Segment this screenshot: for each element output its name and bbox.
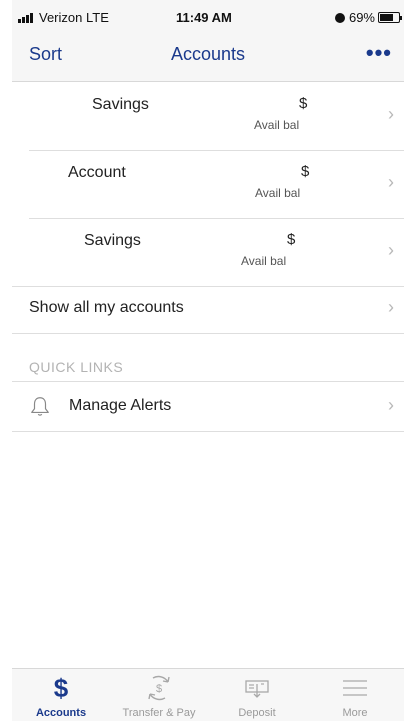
signal-icon [18,12,34,23]
svg-text:$: $ [156,683,162,695]
tab-accounts[interactable]: $ Accounts [12,669,110,721]
account-row-account[interactable]: Account $ Avail bal › [12,151,404,219]
sort-button[interactable]: Sort [29,44,62,65]
carrier-name: Verizon [39,10,83,25]
chevron-right-icon: › [388,395,394,415]
network-type: LTE [86,10,109,25]
tab-transfer-pay[interactable]: $ Transfer & Pay [110,669,208,721]
tab-bar: $ Accounts $ Transfer & Pay Deposit More [12,668,404,721]
divider [12,431,404,432]
account-name: Account [68,164,126,181]
chevron-right-icon: › [388,240,394,260]
navigation-bar: Sort Accounts ••• [12,40,404,70]
account-balance: $ [287,231,296,248]
manage-alerts-label: Manage Alerts [69,397,172,414]
account-balance: $ [301,163,310,180]
tab-more[interactable]: More [306,669,404,721]
divider [12,333,404,334]
tab-label: Accounts [35,707,87,719]
tab-label: Deposit [238,707,276,719]
available-balance-label: Avail bal [241,254,287,268]
page-title: Accounts [170,44,246,64]
quick-links-header: QUICK LINKS [29,359,124,375]
battery-icon [378,12,402,23]
show-all-accounts-row[interactable]: Show all my accounts › [12,284,404,334]
tab-label: Transfer & Pay [122,707,196,719]
account-name: Savings [92,96,149,113]
dollar-icon: $ [53,673,69,703]
more-options-button[interactable]: ••• [366,40,392,66]
chevron-right-icon: › [388,297,394,317]
account-row-savings-2[interactable]: Savings $ Avail bal › [12,219,404,287]
tab-label: More [342,707,368,719]
chevron-right-icon: › [388,104,394,124]
menu-icon [343,680,367,696]
manage-alerts-row[interactable]: Manage Alerts › [12,382,404,432]
alarm-icon [334,12,345,23]
show-all-accounts-label: Show all my accounts [29,299,184,316]
account-name: Savings [84,232,141,249]
available-balance-label: Avail bal [254,118,300,132]
account-row-savings-1[interactable]: Savings $ Avail bal › [12,83,404,151]
bell-icon [31,397,49,416]
tab-deposit[interactable]: Deposit [208,669,306,721]
status-bar: Verizon LTE 11:49 AM 69% [18,8,402,28]
available-balance-label: Avail bal [255,186,301,200]
chevron-right-icon: › [388,172,394,192]
transfer-pay-icon: $ [148,675,170,701]
top-bar: Verizon LTE 11:49 AM 69% Sort Accounts •… [12,0,404,82]
deposit-icon [245,680,269,698]
status-time: 11:49 AM [176,10,232,25]
battery-percent: 69% [348,10,375,25]
account-balance: $ [299,95,308,112]
